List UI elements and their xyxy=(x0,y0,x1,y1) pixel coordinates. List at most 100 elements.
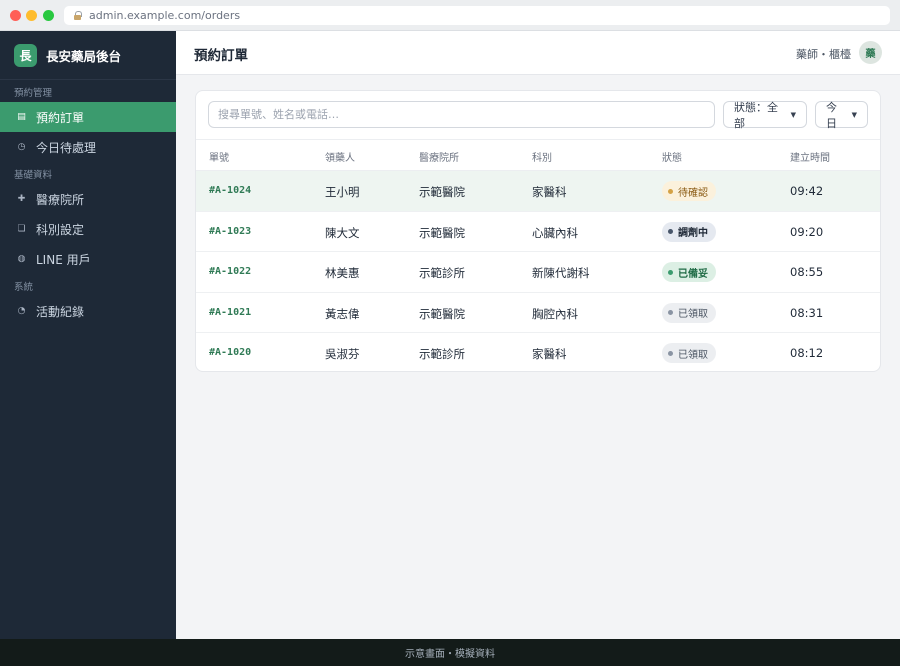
chevron-down-icon: ▼ xyxy=(851,110,857,119)
status-label: 已領取 xyxy=(678,349,708,361)
status-dot-icon xyxy=(668,310,673,315)
sidebar-item[interactable]: ◔ 活動紀錄 xyxy=(0,296,176,326)
clock-icon: ◷ xyxy=(17,142,26,152)
status-dot-icon xyxy=(668,229,673,234)
table-row[interactable]: #A-1023 陳大文 示範醫院 心臟內科 09:20 調劑中 xyxy=(196,212,880,252)
order-id[interactable]: #A-1020 xyxy=(209,347,251,358)
footer-text: 示意畫面・模擬資料 xyxy=(405,649,495,660)
recipient-name: 吳淑芬 xyxy=(325,347,360,361)
status-label: 調劑中 xyxy=(678,228,708,239)
table-row[interactable]: #A-1024 王小明 示範醫院 家醫科 09:42 待確認 xyxy=(196,171,880,212)
order-id[interactable]: #A-1022 xyxy=(209,266,251,277)
department: 家醫科 xyxy=(532,185,567,199)
clinic-name: 示範醫院 xyxy=(419,225,465,240)
search-input[interactable] xyxy=(208,101,715,128)
maximize-window-button[interactable] xyxy=(43,10,54,21)
sidebar-item-label: 科別設定 xyxy=(36,222,85,237)
user-role-label: 藥師・櫃檯 xyxy=(796,48,851,61)
sidebar-item[interactable]: ◍ LINE 用戶 xyxy=(0,244,176,274)
minimize-window-button[interactable] xyxy=(26,10,37,21)
brand[interactable]: 長 長安藥局後台 xyxy=(0,31,176,80)
clinic-name: 示範醫院 xyxy=(419,306,465,321)
close-window-button[interactable] xyxy=(10,10,21,21)
status-label: 已備妥 xyxy=(678,268,708,280)
topbar: 預約訂單 藥師・櫃檯 藥 xyxy=(176,31,900,75)
table-row[interactable]: #A-1020 吳淑芬 示範診所 家醫科 08:12 已領取 xyxy=(196,333,880,371)
brand-logo: 長 xyxy=(14,43,37,67)
status-filter-dropdown[interactable]: 狀態：全部 ▼ xyxy=(723,100,807,130)
sidebar-section-label: 基礎資料 xyxy=(14,170,53,181)
column-header-department[interactable]: 科別 xyxy=(532,149,552,164)
date-filter-label: 今日 xyxy=(826,100,837,130)
status-badge: 已領取 xyxy=(662,343,716,363)
recipient-name: 王小明 xyxy=(325,185,360,199)
status-label: 待確認 xyxy=(678,187,708,199)
address-bar[interactable]: admin.example.com/orders xyxy=(64,6,890,25)
sidebar-item-label: 預約訂單 xyxy=(36,110,85,125)
sidebar-item-label: 今日待處理 xyxy=(36,140,97,155)
date-filter-dropdown[interactable]: 今日 ▼ xyxy=(815,100,868,130)
column-header-order-id[interactable]: 單號 xyxy=(209,149,229,164)
table-row[interactable]: #A-1021 黃志偉 示範醫院 胸腔內科 08:31 已領取 xyxy=(196,293,880,333)
page-title: 預約訂單 xyxy=(194,48,248,64)
avatar[interactable]: 藥 xyxy=(859,41,882,64)
sidebar-item-label: 活動紀錄 xyxy=(36,304,85,319)
created-time: 08:55 xyxy=(790,265,824,279)
department: 胸腔內科 xyxy=(532,306,578,321)
sidebar-item[interactable]: ▤ 預約訂單 xyxy=(0,102,176,132)
clinic-name: 示範診所 xyxy=(419,347,465,361)
column-header-status[interactable]: 狀態 xyxy=(662,149,682,164)
table-row[interactable]: #A-1022 林美惠 示範診所 新陳代謝科 08:55 已備妥 xyxy=(196,252,880,293)
status-badge: 調劑中 xyxy=(662,221,716,242)
url-text: admin.example.com/orders xyxy=(89,9,241,22)
clinic-name: 示範醫院 xyxy=(419,185,465,199)
brand-name: 長安藥局後台 xyxy=(46,48,122,64)
sidebar-item[interactable]: ◷ 今日待處理 xyxy=(0,132,176,162)
filter-toolbar: 狀態：全部 ▼ 今日 ▼ xyxy=(196,91,880,139)
status-label: 已領取 xyxy=(678,309,708,320)
sidebar-item[interactable]: ❏ 科別設定 xyxy=(0,214,176,244)
column-header-recipient[interactable]: 領藥人 xyxy=(325,149,355,164)
order-id[interactable]: #A-1021 xyxy=(209,307,251,318)
recipient-name: 林美惠 xyxy=(325,266,360,280)
sidebar-nav: 預約管理 ▤ 預約訂單 ◷ 今日待處理基礎資料 ✚ 醫療院所 ❏ 科別設定 ◍ LINE 用戶系統 ◔… xyxy=(0,80,176,326)
plus-icon: ✚ xyxy=(17,194,26,204)
sidebar-section-label: 預約管理 xyxy=(14,88,53,99)
department: 心臟內科 xyxy=(532,225,578,240)
sidebar-item[interactable]: ✚ 醫療院所 xyxy=(0,184,176,214)
column-header-clinic[interactable]: 醫療院所 xyxy=(419,149,459,164)
copy-icon: ❏ xyxy=(17,224,26,234)
recipient-name: 黃志偉 xyxy=(325,306,360,321)
table-header: 單號 領藥人 醫療院所 科別 狀態 建立時間 xyxy=(196,139,880,171)
department: 家醫科 xyxy=(532,347,567,361)
sidebar: 長 長安藥局後台 預約管理 ▤ 預約訂單 ◷ 今日待處理基礎資料 ✚ 醫療院所 ❏ 科別設定 ◍ L… xyxy=(0,31,176,639)
created-time: 09:42 xyxy=(790,184,824,198)
created-time: 09:20 xyxy=(790,224,824,239)
footer: 示意畫面・模擬資料 xyxy=(0,639,900,666)
order-id[interactable]: #A-1024 xyxy=(209,185,251,196)
recipient-name: 陳大文 xyxy=(325,225,360,240)
clinic-name: 示範診所 xyxy=(419,266,465,280)
sidebar-item-label: LINE 用戶 xyxy=(36,252,91,267)
browser-chrome: admin.example.com/orders xyxy=(0,0,900,31)
list-icon: ▤ xyxy=(17,112,26,122)
table-body: #A-1024 王小明 示範醫院 家醫科 09:42 待確認 #A-1023 陳大文 示範醫院心… xyxy=(196,171,880,371)
user-icon: ◍ xyxy=(17,254,26,264)
created-time: 08:12 xyxy=(790,346,824,360)
status-badge: 待確認 xyxy=(662,181,716,201)
order-id[interactable]: #A-1023 xyxy=(209,226,251,237)
status-dot-icon xyxy=(668,269,673,275)
status-badge: 已備妥 xyxy=(662,262,716,282)
status-filter-label: 狀態：全部 xyxy=(734,100,778,130)
sidebar-section-label: 系統 xyxy=(14,282,34,293)
sidebar-item-label: 醫療院所 xyxy=(36,192,85,207)
chevron-down-icon: ▼ xyxy=(790,110,796,119)
activity-icon: ◔ xyxy=(17,306,26,316)
orders-card: 狀態：全部 ▼ 今日 ▼ 單號 領藥人 醫療院所 科別 狀態 建立時間 #A-1… xyxy=(195,90,881,372)
created-time: 08:31 xyxy=(790,305,824,320)
column-header-created-time[interactable]: 建立時間 xyxy=(790,149,830,164)
status-dot-icon xyxy=(668,350,673,356)
lock-icon xyxy=(73,11,82,20)
department: 新陳代謝科 xyxy=(532,266,590,280)
status-dot-icon xyxy=(668,188,673,194)
